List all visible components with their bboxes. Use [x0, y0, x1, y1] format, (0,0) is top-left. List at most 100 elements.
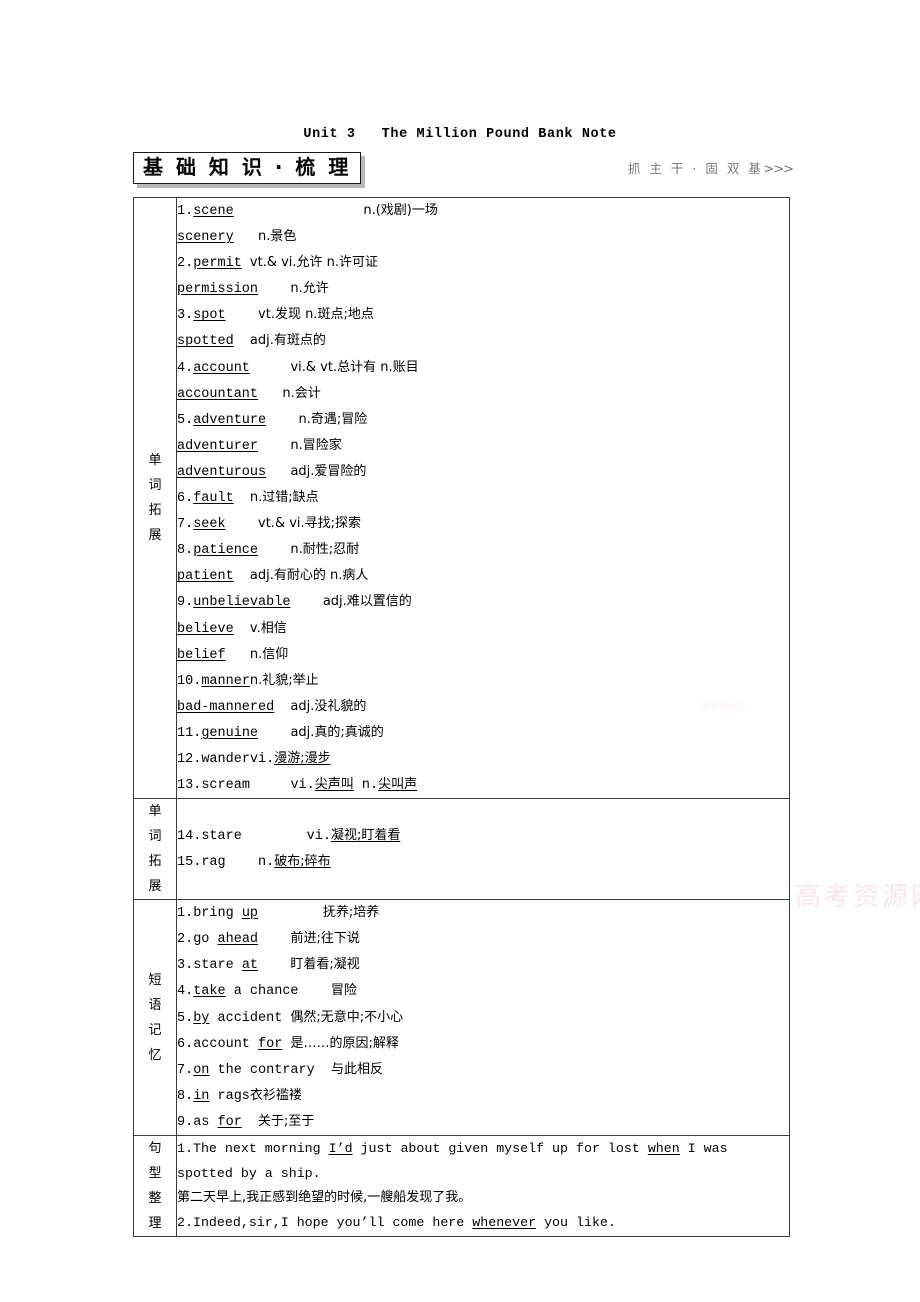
vocab-meaning: n.信仰 — [249, 646, 289, 662]
phrase-meaning: 关于;至于 — [258, 1113, 315, 1129]
vocab-line: adventurous adj.爱冒险的 — [177, 459, 789, 485]
vocab-meaning: n.(戏剧)一场 — [363, 203, 438, 218]
vocab-word: accountant — [177, 386, 259, 402]
vocab-word: believe — [177, 621, 234, 637]
tagline-arrows: >>> — [763, 162, 794, 177]
vocab-word: scene — [193, 204, 234, 219]
phrase-key: in — [193, 1088, 210, 1104]
vocab-meaning: n.过错;缺点 — [249, 490, 319, 506]
vocab-word: wander — [201, 751, 250, 767]
sentence-patterns-cell: 1.The next morning I’d just about given … — [176, 1135, 790, 1237]
vocab-meaning: 漫游;漫步 — [274, 750, 331, 766]
vocab-word: bad-mannered — [177, 699, 275, 715]
vocab-word: belief — [177, 647, 226, 663]
vocab-meaning-2: 尖叫声 — [378, 777, 418, 793]
phrase-meaning: 与此相反 — [330, 1061, 383, 1077]
phrase-line: 3.stare at 盯着看;凝视 — [177, 957, 360, 974]
vocab-word: account — [193, 360, 250, 376]
phrase-meaning: 盯着看;凝视 — [290, 957, 360, 973]
phrase-key: take — [193, 984, 226, 1000]
row-label-text: 单词拓展 — [148, 453, 162, 544]
vocab-meaning: adj.爱冒险的 — [290, 463, 367, 479]
table-row-phrases: 短语记忆 1.bring up 抚养;培养 2.go ahead 前进;往下说 3.… — [133, 899, 790, 1136]
vocab-meaning: n.奇遇;冒险 — [298, 411, 368, 427]
vocab-line: belief n.信仰 — [177, 642, 789, 668]
word-expansion-2-cell: 14.stare vi.凝视;盯着看 15.rag n.破布;碎布 — [176, 798, 790, 901]
vocab-line: believe v.相信 — [177, 616, 789, 642]
vocab-meaning: v.相信 — [249, 620, 287, 636]
vocab-word: patience — [193, 543, 259, 559]
row-label-text-4: 句型整理 — [148, 1141, 162, 1231]
vocab-line: 14.stare vi.凝视;盯着看 — [177, 828, 401, 845]
phrase-key: for — [258, 1036, 283, 1052]
vocab-word: genuine — [201, 725, 259, 741]
vocab-word: adventurer — [177, 438, 259, 454]
vocab-meaning: n.景色 — [258, 229, 297, 245]
sentence-key-1: whenever — [472, 1214, 537, 1230]
vocab-line: 11.genuine adj.真的;真诚的 — [177, 724, 384, 741]
vocab-word: rag — [201, 855, 226, 871]
vocab-line: patient adj.有耐心的 n.病人 — [177, 563, 789, 589]
document-page: Unit 3 The Million Pound Bank Note 基 础 知… — [0, 0, 920, 1302]
phrase-meaning: 冒险 — [330, 983, 357, 999]
phrase-memory-cell: 1.bring up 抚养;培养 2.go ahead 前进;往下说 3.stare… — [176, 899, 790, 1136]
row-label-word-expansion: 单词拓展 — [133, 196, 177, 800]
knowledge-table: 单词拓展 1.scene n.(戏剧)一场 scenery n.景色 2.permi… — [133, 196, 790, 1237]
vocab-meaning: vt.& vi.寻找;探索 — [258, 516, 362, 532]
row-label-sentence-patterns: 句型整理 — [133, 1135, 177, 1237]
word-expansion-1-cell: 1.scene n.(戏剧)一场 scenery n.景色 2.permit vt.… — [176, 196, 790, 800]
vocab-meaning: n.礼貌;举止 — [249, 672, 319, 688]
vocab-line: 5.adventure n.奇遇;冒险 — [177, 411, 368, 428]
phrase-line: 9.as for 关于;至于 — [177, 1113, 315, 1130]
phrase-meaning: 抚养;培养 — [322, 905, 380, 921]
phrase-key: up — [241, 906, 259, 922]
sentence-translation: 第二天早上,我正感到绝望的时候,一艘船发现了我。 — [177, 1190, 472, 1205]
vocab-meaning: n.会计 — [282, 385, 321, 401]
vocab-word: stare — [201, 829, 242, 845]
table-row-word-expansion-1: 单词拓展 1.scene n.(戏剧)一场 scenery n.景色 2.permi… — [133, 196, 790, 800]
phrase-meaning: 偶然;无意中;不小心 — [290, 1009, 404, 1025]
vocab-word: spotted — [177, 334, 234, 350]
vocab-word: patient — [177, 569, 234, 585]
sentence-list: 1.The next morning I’d just about given … — [177, 1137, 789, 1235]
phrase-line: 4.take a chance 冒险 — [177, 983, 357, 1000]
watermark: 高考资源网 — [795, 882, 920, 912]
vocab-line: accountant n.会计 — [177, 381, 789, 407]
sentence-line: 2.Indeed,sir,I hope you’ll come here whe… — [177, 1214, 616, 1230]
vocab-word: adventure — [193, 412, 267, 428]
row-label-text-3: 短语记忆 — [148, 972, 162, 1063]
phrase-key: by — [193, 1010, 210, 1026]
unit-title: Unit 3 The Million Pound Bank Note — [303, 127, 617, 142]
phrase-line: 6.account for 是……的原因;解释 — [177, 1035, 399, 1052]
vocab-word: scenery — [177, 230, 234, 246]
vocab-word: permission — [177, 282, 259, 298]
vocab-word: spot — [193, 308, 226, 324]
vocab-meaning: adj.难以置信的 — [322, 594, 412, 610]
vocab-meaning: vt.& vi.允许 n.许可证 — [249, 255, 379, 271]
vocab-meaning: 尖声叫 — [314, 777, 354, 793]
tagline-text: 抓 主 干 · 固 双 基 — [627, 161, 764, 176]
row-label-phrase-memory: 短语记忆 — [133, 899, 177, 1136]
phrase-line: 7.on the contrary 与此相反 — [177, 1061, 383, 1078]
vocab-meaning: n.冒险家 — [290, 437, 342, 453]
table-row-sentences: 句型整理 1.The next morning I’d just about g… — [133, 1135, 790, 1237]
vocab-word: fault — [193, 491, 234, 507]
phrase-line: 2.go ahead 前进;往下说 — [177, 931, 360, 948]
vocab-meaning: n.耐性;忍耐 — [290, 542, 360, 558]
section-header: 基 础 知 识 · 梳 理 抓 主 干 · 固 双 基>>> — [133, 152, 794, 186]
vocab-meaning: adj.没礼貌的 — [290, 698, 367, 714]
vocab-line: 8.patience n.耐性;忍耐 — [177, 542, 360, 559]
vocab-meaning: vi.& vt.总计有 n.账目 — [290, 359, 419, 375]
vocab-meaning: vt.发现 n.斑点;地点 — [258, 307, 374, 323]
vocab-word: seek — [193, 517, 226, 533]
vocab-word: adventurous — [177, 464, 267, 480]
phrase-meaning: 是……的原因;解释 — [290, 1035, 399, 1051]
phrase-meaning: 前进;往下说 — [290, 931, 360, 947]
vocab-line: 12.wandervi.漫游;漫步 — [177, 750, 331, 767]
table-row-word-expansion-2: 单词拓展 14.stare vi.凝视;盯着看 15.rag n.破布;碎布 — [133, 798, 790, 901]
word-expansion-1-list: 1.scene n.(戏剧)一场 scenery n.景色 2.permit vt.… — [177, 198, 789, 798]
phrase-meaning: 衣衫褴褛 — [249, 1087, 302, 1103]
vocab-meaning: adj.有斑点的 — [249, 333, 326, 349]
vocab-line: 4.account vi.& vt.总计有 n.账目 — [177, 359, 419, 376]
word-expansion-2-list: 14.stare vi.凝视;盯着看 15.rag n.破布;碎布 — [177, 823, 789, 875]
